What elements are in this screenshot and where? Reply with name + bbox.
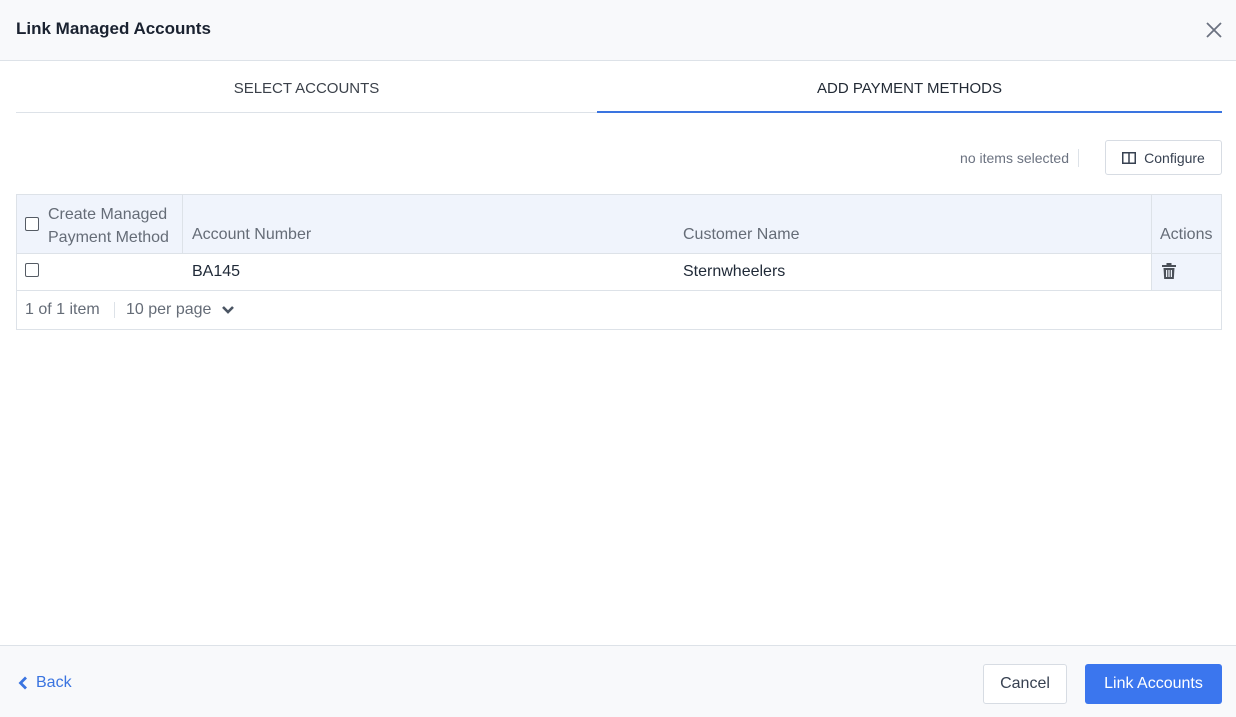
tab-select-accounts[interactable]: SELECT ACCOUNTS [16,62,597,113]
table-pager: 1 of 1 item 10 per page [17,292,1221,329]
link-accounts-button[interactable]: Link Accounts [1085,664,1222,704]
close-icon[interactable] [1203,19,1225,41]
actions-cell [1151,254,1221,290]
column-label-line2: Payment Method [48,229,169,246]
back-label: Back [36,674,72,691]
step-tabs: SELECT ACCOUNTS ADD PAYMENT METHODS [16,62,1222,113]
toolbar-divider [1078,149,1079,167]
tab-add-payment-methods[interactable]: ADD PAYMENT METHODS [597,62,1222,113]
dialog-title: Link Managed Accounts [16,19,211,38]
columns-icon [1122,151,1137,164]
account-number-cell: BA145 [192,263,241,280]
column-label: Account Number [192,226,312,243]
chevron-down-icon [222,306,235,314]
row-checkbox[interactable] [25,263,39,277]
per-page-label: 10 per page [126,301,212,318]
dialog-header: Link Managed Accounts [0,0,1236,61]
column-label-line1: Create Managed [48,206,168,223]
configure-label: Configure [1144,149,1205,166]
trash-icon[interactable] [1162,263,1176,279]
table-row: BA145 Sternwheelers [17,254,1221,291]
dialog-footer: Back Cancel Link Accounts [0,645,1236,717]
pager-divider [114,302,115,318]
table-header: Create Managed Payment Method Account Nu… [17,195,1221,254]
accounts-table: Create Managed Payment Method Account Nu… [16,194,1222,330]
customer-name-cell: Sternwheelers [683,263,786,280]
column-header-create-payment-method: Create Managed Payment Method [17,195,183,253]
column-header-actions: Actions [1151,195,1221,253]
column-label: Customer Name [683,226,800,243]
back-button[interactable]: Back [18,674,72,692]
configure-button[interactable]: Configure [1105,140,1222,175]
selection-status: no items selected [960,150,1069,166]
item-count: 1 of 1 item [25,301,100,318]
column-header-account-number[interactable]: Account Number [183,195,673,253]
select-all-checkbox[interactable] [25,217,39,231]
chevron-left-icon [18,676,27,690]
column-header-customer-name[interactable]: Customer Name [674,195,1151,253]
column-label: Actions [1160,226,1213,243]
per-page-select[interactable]: 10 per page [126,301,235,319]
cancel-button[interactable]: Cancel [983,664,1067,704]
